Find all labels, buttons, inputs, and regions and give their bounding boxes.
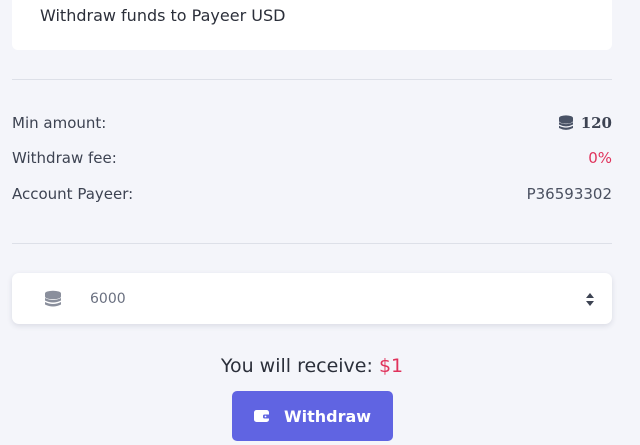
account-row: Account Payeer: P36593302 xyxy=(12,183,612,205)
divider xyxy=(12,243,612,244)
coins-icon xyxy=(557,114,575,132)
amount-input-card xyxy=(12,273,612,324)
receive-label: You will receive: xyxy=(220,355,373,377)
min-amount-label: Min amount: xyxy=(12,114,107,132)
receive-summary: You will receive: $1 xyxy=(0,355,624,377)
min-amount-value-group: 120 xyxy=(557,114,612,132)
withdraw-fee-label: Withdraw fee: xyxy=(12,149,117,167)
account-value: P36593302 xyxy=(526,185,612,203)
withdraw-button[interactable]: Withdraw xyxy=(232,391,393,441)
stepper-up-icon[interactable] xyxy=(586,292,594,298)
withdraw-fee-row: Withdraw fee: 0% xyxy=(12,147,612,169)
amount-input[interactable] xyxy=(90,284,570,314)
stepper-down-icon[interactable] xyxy=(586,300,594,306)
min-amount-value: 120 xyxy=(580,114,612,132)
wallet-icon xyxy=(253,409,270,423)
header-card: Withdraw funds to Payeer USD xyxy=(12,0,612,50)
min-amount-row: Min amount: 120 xyxy=(12,112,612,134)
divider xyxy=(12,79,612,80)
withdraw-fee-value: 0% xyxy=(588,149,612,167)
page-title: Withdraw funds to Payeer USD xyxy=(40,6,286,25)
quantity-stepper[interactable] xyxy=(583,289,597,309)
coins-icon xyxy=(43,289,63,309)
receive-amount: $1 xyxy=(378,355,404,377)
account-label: Account Payeer: xyxy=(12,185,134,203)
withdraw-button-label: Withdraw xyxy=(283,406,372,426)
